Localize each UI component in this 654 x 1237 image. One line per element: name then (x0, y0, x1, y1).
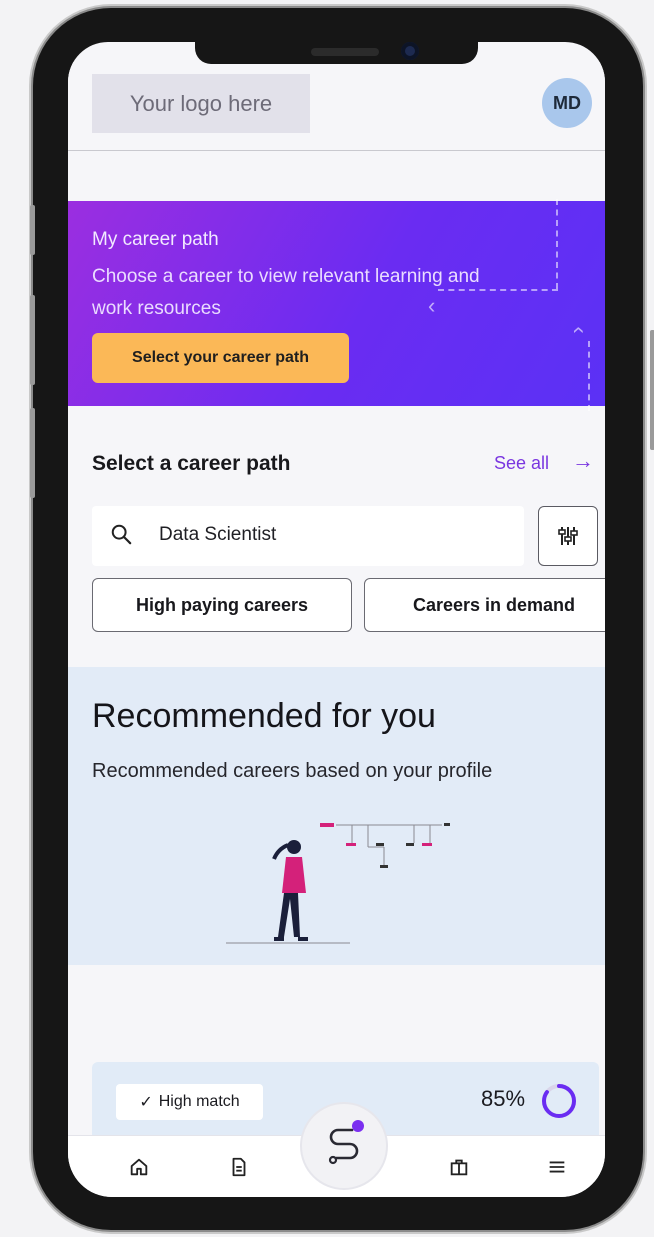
document-icon[interactable] (226, 1154, 252, 1180)
phone-volume-down (30, 408, 35, 498)
recommended-section: Recommended for you Recommended careers … (68, 667, 605, 965)
sliders-icon (558, 527, 578, 545)
career-path-banner: ‹ ‹ My career path Choose a career to vi… (68, 199, 605, 411)
logo-placeholder[interactable]: Your logo here (92, 74, 310, 133)
check-icon: ✓ (139, 1094, 153, 1111)
notification-dot (352, 1120, 364, 1132)
front-camera (401, 42, 419, 60)
banner-decoration (556, 199, 558, 289)
phone-mute-switch (30, 205, 35, 255)
app-header: Your logo here MD (68, 62, 605, 151)
phone-volume-up (30, 295, 35, 385)
select-career-path-button[interactable]: Select your career path (92, 333, 349, 383)
phone-power-button (650, 330, 654, 450)
career-illustration (226, 823, 450, 944)
section-title: Select a career path (92, 452, 291, 475)
career-path-button[interactable] (302, 1104, 386, 1188)
career-search-input[interactable]: Data Scientist (92, 506, 524, 566)
search-icon (111, 524, 132, 545)
speaker-grille (311, 48, 379, 56)
career-path-icon (328, 1128, 359, 1165)
banner-title: My career path (92, 229, 219, 250)
phone-notch (195, 42, 478, 64)
recommended-subtitle: Recommended careers based on your profil… (92, 760, 493, 782)
see-all-link[interactable]: See all (494, 453, 549, 474)
banner-description: Choose a career to view relevant learnin… (92, 266, 480, 319)
chip-careers-in-demand[interactable]: Careers in demand (364, 578, 605, 632)
match-progress-ring (542, 1084, 576, 1118)
filter-button[interactable] (538, 506, 598, 566)
briefcase-icon[interactable] (446, 1154, 472, 1180)
search-value: Data Scientist (159, 524, 277, 545)
badge-label: High match (158, 1093, 240, 1110)
arrow-right-icon[interactable]: → (572, 448, 594, 474)
menu-icon[interactable] (544, 1154, 570, 1180)
avatar[interactable]: MD (542, 78, 592, 128)
chip-high-paying-careers[interactable]: High paying careers (92, 578, 352, 632)
chevron-up-icon: ‹ (567, 326, 593, 334)
high-match-badge: ✓ High match (116, 1084, 263, 1120)
match-percent: 85% (481, 1086, 526, 1111)
banner-decoration (588, 341, 590, 411)
recommended-title: Recommended for you (92, 697, 436, 735)
phone-screen: Your logo here MD ‹ ‹ My career path Cho… (68, 42, 605, 1197)
home-icon[interactable] (126, 1154, 152, 1180)
